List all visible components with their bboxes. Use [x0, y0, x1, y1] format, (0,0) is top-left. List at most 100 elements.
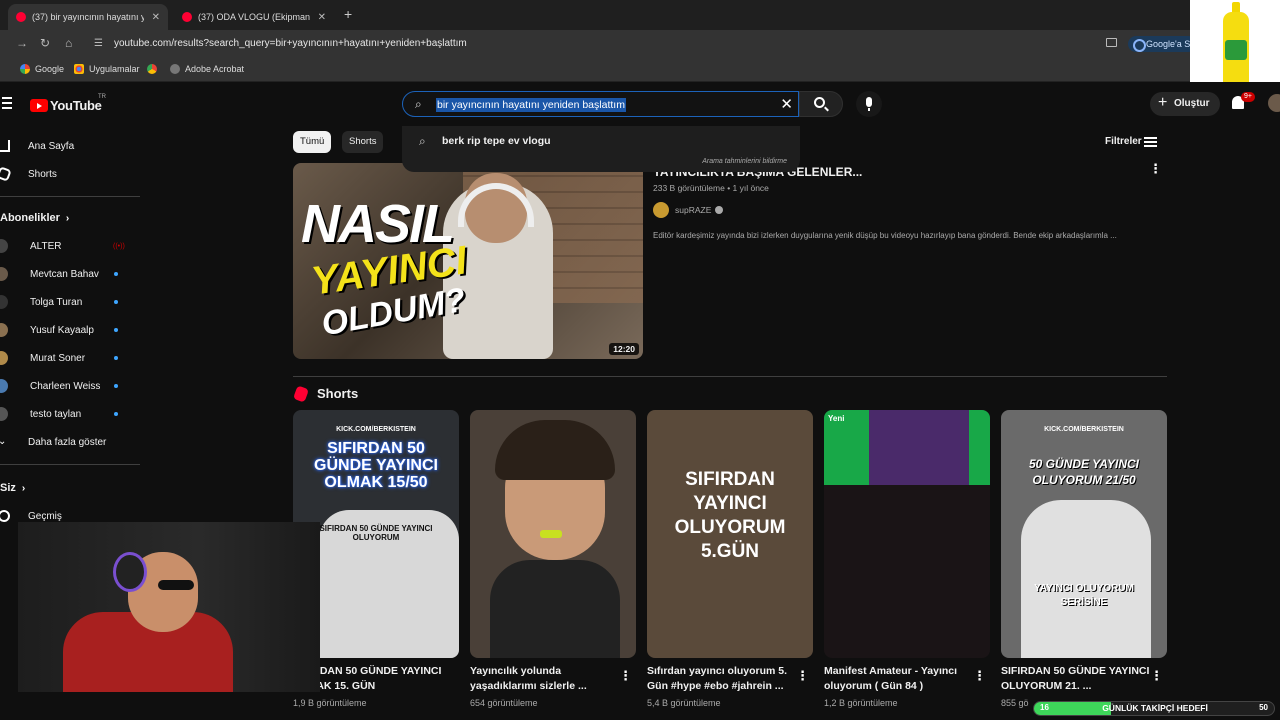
youtube-favicon-icon — [182, 12, 192, 22]
chip-shorts[interactable]: Shorts — [342, 131, 384, 153]
short-shirt — [490, 560, 620, 658]
sidebar-item-channel[interactable]: Murat Soner — [0, 348, 140, 368]
browser-tab-active[interactable]: (37) bir yayıncının hayatını yeni ✕ — [8, 4, 168, 30]
search-suggestions: ⌕ berk rip tepe ev vlogu Arama tahminler… — [402, 126, 800, 172]
filters-button[interactable]: Filtreler — [1105, 136, 1142, 147]
sidebar-item-channel[interactable]: Yusuf Kayaalp — [0, 320, 140, 340]
you-header[interactable]: Siz › — [0, 482, 25, 494]
bookmark-chrome[interactable] — [147, 64, 162, 74]
short-overlay-text: KICK.COM/BERKISTEIN — [336, 426, 416, 433]
bookmark-apps[interactable]: Uygulamalar — [74, 64, 140, 74]
webcam-overlay — [18, 522, 320, 692]
short-prop — [540, 530, 562, 538]
sidebar-item-channel[interactable]: Charleen Weiss — [0, 376, 140, 396]
sidebar-item-shorts[interactable]: Shorts — [0, 164, 140, 184]
chip-all[interactable]: Tümü — [293, 131, 332, 153]
section-title: Abonelikler — [0, 212, 60, 224]
sidebar-item-channel[interactable]: ALTER ((•)) — [0, 236, 140, 256]
short-thumbnail[interactable]: Yeni — [824, 410, 990, 658]
close-tab-icon[interactable]: ✕ — [152, 12, 160, 23]
sidebar-item-channel[interactable]: Tolga Turan — [0, 292, 140, 312]
channel-name: Charleen Weiss — [30, 380, 101, 392]
more-options-icon[interactable]: ⋮ — [1150, 668, 1163, 684]
short-views: 1,2 B görüntüleme — [824, 698, 898, 708]
sidebar-item-channel[interactable]: testo taylan — [0, 404, 140, 424]
sidebar-item-channel[interactable]: Mevtcan Bahav — [0, 264, 140, 284]
video-thumbnail[interactable]: NASIL YAYINCI OLDUM? 12:20 — [293, 163, 643, 359]
clear-search-icon[interactable]: ✕ — [780, 95, 793, 113]
search-icon — [814, 97, 825, 108]
voice-search-icon[interactable] — [856, 91, 882, 117]
more-options-icon[interactable]: ⋮ — [1149, 161, 1162, 177]
short-thumbnail[interactable]: SIFIRDAN YAYINCI OLUYORUM 5.GÜN — [647, 410, 813, 658]
short-title[interactable]: SIFIRDAN 50 GÜNDE YAYINCI OLUYORUM 21. .… — [1001, 664, 1151, 694]
sponsor-bottle-image — [1190, 0, 1280, 90]
live-icon: ((•)) — [113, 242, 125, 250]
verified-icon — [715, 206, 724, 214]
report-suggestions-link[interactable]: Arama tahminlerini bildirme — [702, 158, 787, 165]
search-icon: ⌕ — [415, 97, 422, 111]
cast-icon[interactable] — [1106, 38, 1117, 47]
new-badge: Yeni — [828, 414, 845, 423]
search-input[interactable]: ⌕ bir yayıncının hayatını yeniden başlat… — [402, 91, 799, 117]
goal-label: GÜNLÜK TAKİPÇİ HEDEFİ — [1102, 703, 1208, 713]
divider — [0, 196, 140, 197]
new-content-dot — [114, 412, 118, 416]
channel-avatar — [0, 407, 8, 421]
sidebar-item-home[interactable]: Ana Sayfa — [0, 136, 140, 156]
short-title[interactable]: Yayıncılık yolunda yaşadıklarımı sizlerl… — [470, 664, 620, 694]
more-options-icon[interactable]: ⋮ — [619, 668, 632, 684]
home-icon[interactable]: ⌂ — [65, 36, 72, 50]
new-content-dot — [114, 300, 118, 304]
sidebar-item-show-more[interactable]: ⌄ Daha fazla göster — [0, 432, 140, 452]
channel-avatar — [0, 379, 8, 393]
subscriptions-header[interactable]: Abonelikler › — [0, 212, 69, 224]
more-options-icon[interactable]: ⋮ — [796, 668, 809, 684]
bookmark-label: Adobe Acrobat — [185, 64, 245, 74]
suggestion-item[interactable]: berk rip tepe ev vlogu — [442, 135, 551, 147]
search-query[interactable]: bir yayıncının hayatını yeniden başlattı… — [436, 98, 626, 112]
youtube-play-icon — [30, 99, 48, 112]
chevron-right-icon: › — [65, 213, 70, 224]
short-title[interactable]: Manifest Amateur - Yayıncı oluyorum ( Gü… — [824, 664, 974, 694]
short-thumbnail[interactable]: KICK.COM/BERKISTEIN 50 GÜNDE YAYINCI OLU… — [1001, 410, 1167, 658]
url-text[interactable]: youtube.com/results?search_query=bir+yay… — [114, 38, 467, 49]
site-info-icon[interactable]: ☰ — [94, 38, 103, 49]
channel-name: supRAZE — [675, 205, 712, 215]
browser-tab-bar: (37) bir yayıncının hayatını yeni ✕ (37)… — [0, 0, 1280, 30]
short-thumbnail[interactable] — [470, 410, 636, 658]
sidebar-item-label: Shorts — [28, 168, 57, 180]
short-overlay-text: 50 GÜNDE YAYINCI OLUYORUM 21/50 — [1028, 457, 1140, 487]
youtube-logo[interactable]: YouTube TR — [30, 94, 106, 113]
shorts-shelf-header: Shorts — [292, 384, 358, 403]
bookmarks-bar: Google Uygulamalar Adobe Acrobat — [0, 58, 1280, 82]
menu-icon[interactable] — [2, 97, 12, 112]
bookmark-google[interactable]: Google — [20, 64, 64, 74]
more-options-icon[interactable]: ⋮ — [973, 668, 986, 684]
filters-icon[interactable] — [1144, 136, 1157, 148]
channel-name: Tolga Turan — [30, 296, 83, 308]
sidebar-item-label: Geçmiş — [28, 510, 62, 522]
google-icon — [20, 64, 30, 74]
short-views: 855 gö — [1001, 698, 1029, 708]
channel-avatar — [653, 202, 669, 218]
divider — [293, 376, 1167, 377]
new-content-dot — [114, 384, 118, 388]
browser-tab[interactable]: (37) ODA VLOGU (Ekipmanların ✕ — [174, 4, 334, 30]
video-channel[interactable]: supRAZE — [653, 202, 724, 218]
back-icon[interactable]: → — [16, 36, 28, 50]
short-title[interactable]: Sıfırdan yayıncı oluyorum 5. Gün #hype #… — [647, 664, 797, 694]
apps-grid-icon — [74, 64, 84, 74]
sunglasses — [158, 580, 194, 590]
new-tab-button[interactable]: + — [344, 6, 352, 22]
short-person — [1021, 500, 1151, 658]
close-tab-icon[interactable]: ✕ — [318, 12, 326, 23]
search-button[interactable] — [799, 91, 843, 117]
reload-icon[interactable]: ↻ — [40, 36, 50, 50]
google-search-chip[interactable]: Google'a S — [1128, 36, 1197, 52]
account-avatar[interactable] — [1268, 94, 1280, 112]
bookmark-adobe[interactable]: Adobe Acrobat — [170, 64, 244, 74]
create-button[interactable]: Oluştur — [1150, 91, 1220, 116]
history-icon — [0, 510, 10, 522]
goal-target: 50 — [1259, 703, 1268, 712]
